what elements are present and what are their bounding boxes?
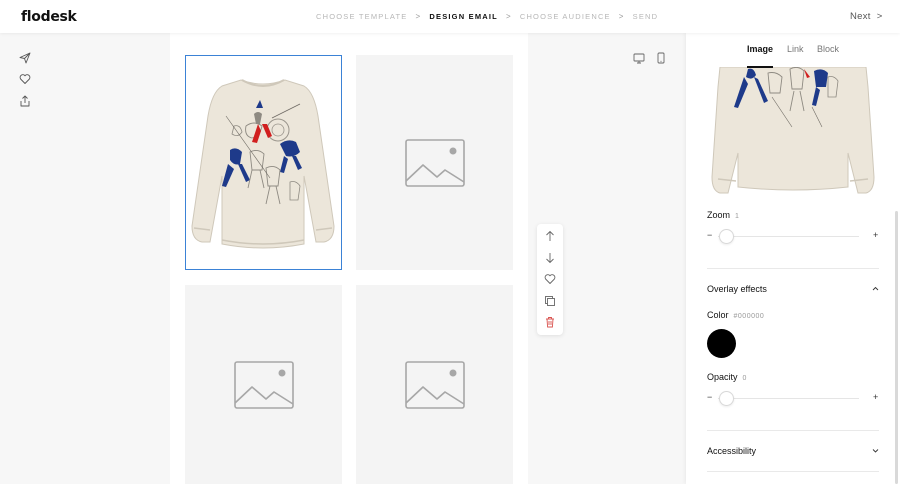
- image-placeholder-icon: [233, 360, 294, 409]
- image-placeholder-icon: [404, 360, 465, 409]
- tab-image[interactable]: Image: [747, 44, 773, 54]
- opacity-slider-knob[interactable]: [719, 391, 734, 406]
- zoom-slider-track[interactable]: [718, 236, 859, 237]
- image-block-sweatshirt[interactable]: [185, 55, 342, 270]
- divider: [707, 268, 879, 269]
- color-swatch[interactable]: [707, 329, 736, 358]
- divider: [707, 430, 879, 431]
- sweatshirt-image: [191, 79, 335, 249]
- arrow-up-icon[interactable]: [544, 230, 556, 242]
- send-icon[interactable]: [19, 52, 31, 64]
- chevron-up-icon[interactable]: [872, 286, 879, 291]
- block-toolbar: [537, 224, 563, 335]
- opacity-minus-button[interactable]: −: [707, 392, 712, 402]
- heart-icon[interactable]: [544, 273, 556, 285]
- opacity-slider-track[interactable]: [718, 398, 859, 399]
- tab-block[interactable]: Block: [817, 44, 839, 54]
- arrow-down-icon[interactable]: [544, 252, 556, 264]
- share-icon[interactable]: [19, 95, 31, 107]
- zoom-minus-button[interactable]: −: [707, 230, 712, 240]
- step-design-email[interactable]: DESIGN EMAIL: [429, 12, 498, 21]
- zoom-slider-knob[interactable]: [719, 229, 734, 244]
- panel-tabs: Image Link Block: [686, 33, 900, 68]
- duplicate-icon[interactable]: [544, 295, 556, 307]
- panel-scrollbar[interactable]: [895, 211, 898, 484]
- color-value: #000000: [733, 313, 765, 320]
- next-button[interactable]: Next >: [850, 11, 883, 22]
- chevron-right-icon: >: [876, 11, 883, 22]
- properties-panel: Image Link Block Zoom 1 − + Overlay effec…: [686, 33, 900, 484]
- image-placeholder-icon: [404, 138, 465, 187]
- image-placeholder-block[interactable]: [356, 285, 513, 484]
- opacity-value: 0: [742, 375, 747, 382]
- step-separator: >: [415, 12, 422, 21]
- divider: [707, 471, 879, 472]
- overlay-effects-label[interactable]: Overlay effects: [707, 284, 767, 294]
- opacity-plus-button[interactable]: +: [873, 392, 878, 402]
- step-separator: >: [618, 12, 625, 21]
- image-placeholder-block[interactable]: [356, 55, 513, 270]
- zoom-plus-button[interactable]: +: [873, 230, 878, 240]
- logo[interactable]: flodesk: [21, 9, 77, 25]
- tab-link[interactable]: Link: [787, 44, 804, 54]
- image-placeholder-block[interactable]: [185, 285, 342, 484]
- trash-icon[interactable]: [544, 316, 556, 328]
- opacity-label-row: Opacity 0: [707, 372, 747, 382]
- color-label: Color: [707, 310, 729, 320]
- next-label: Next: [850, 11, 871, 22]
- step-choose-template[interactable]: CHOOSE TEMPLATE: [316, 12, 408, 21]
- top-bar: flodesk CHOOSE TEMPLATE > DESIGN EMAIL >…: [0, 0, 900, 33]
- step-breadcrumb: CHOOSE TEMPLATE > DESIGN EMAIL > CHOOSE …: [316, 12, 658, 21]
- desktop-icon[interactable]: [633, 52, 645, 64]
- mobile-icon[interactable]: [655, 52, 667, 64]
- step-send[interactable]: SEND: [633, 12, 659, 21]
- active-tab-indicator: [747, 66, 773, 68]
- zoom-label: Zoom: [707, 210, 731, 220]
- opacity-label: Opacity: [707, 372, 738, 382]
- zoom-label-row: Zoom 1: [707, 210, 739, 220]
- step-separator: >: [505, 12, 512, 21]
- zoom-value: 1: [735, 213, 740, 220]
- color-label-row: Color #000000: [707, 310, 764, 320]
- email-canvas: [170, 33, 528, 484]
- step-choose-audience[interactable]: CHOOSE AUDIENCE: [520, 12, 611, 21]
- accessibility-label[interactable]: Accessibility: [707, 446, 756, 456]
- chevron-down-icon[interactable]: [872, 448, 879, 453]
- heart-icon[interactable]: [19, 73, 31, 85]
- image-preview: [711, 67, 875, 194]
